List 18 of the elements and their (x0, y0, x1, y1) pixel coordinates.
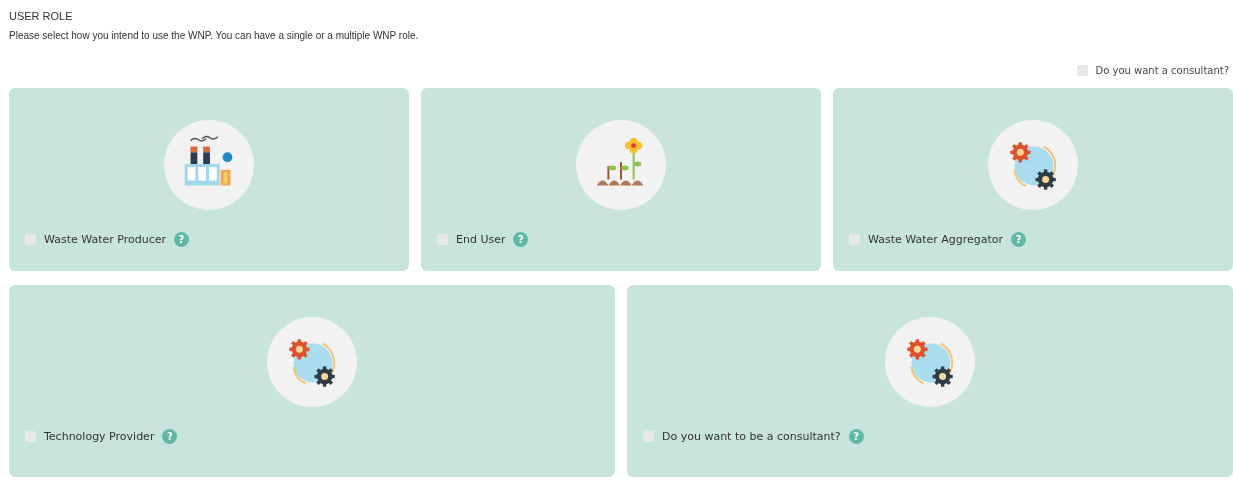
role-card[interactable]: End User ? (421, 88, 821, 271)
role-label: Waste Water Aggregator (868, 233, 1004, 246)
role-card[interactable]: Do you want to be a consultant? ? (627, 285, 1233, 477)
checkbox[interactable] (643, 431, 654, 442)
section-heading: USER ROLE (9, 10, 74, 22)
role-label: Technology Provider (44, 430, 155, 443)
role-card[interactable]: Technology Provider ? (9, 285, 615, 477)
instruction-text: Please select how you intend to use the WNP. You can have a single or a multiple WNP role. (9, 30, 420, 41)
checkbox[interactable] (25, 234, 36, 245)
role-label: Waste Water Producer (44, 233, 166, 246)
checkbox-label: Do you want a consultant? (1095, 64, 1229, 76)
checkbox[interactable] (849, 234, 860, 245)
checkbox[interactable] (437, 234, 448, 245)
checkbox[interactable] (25, 431, 36, 442)
role-card[interactable]: Waste Water Aggregator ? (833, 88, 1233, 271)
role-label: End User (456, 233, 506, 246)
role-label: Do you want to be a consultant? (662, 430, 841, 443)
role-card[interactable]: Waste Water Producer ? (9, 88, 409, 271)
